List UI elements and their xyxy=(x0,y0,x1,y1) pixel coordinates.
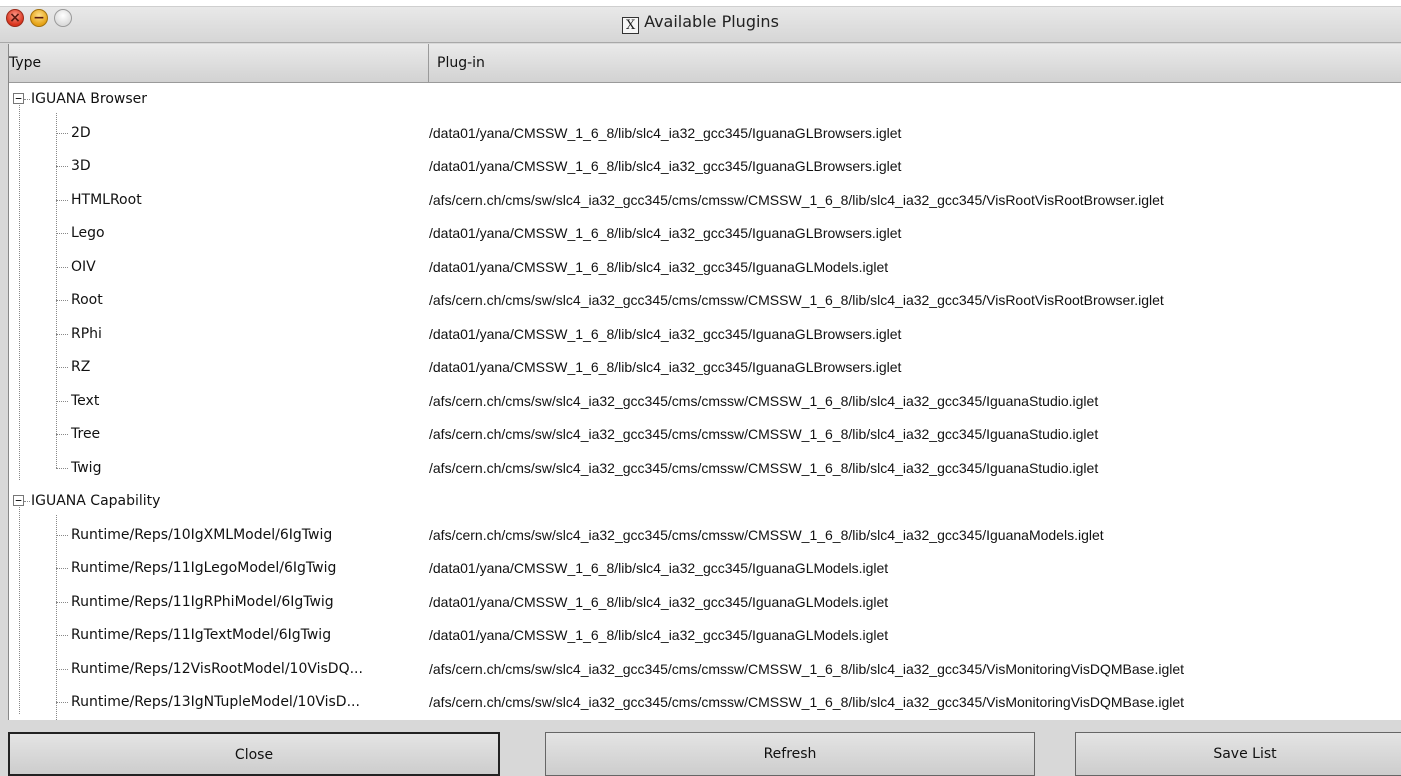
plugin-path: /data01/yana/CMSSW_1_6_8/lib/slc4_ia32_g… xyxy=(429,225,902,241)
tree-connector xyxy=(56,534,68,536)
tree-item-row[interactable]: Runtime/Reps/12VisRootModel/10VisDQ... /a… xyxy=(9,653,1401,686)
tree-group-row[interactable]: − IGUANA Browser xyxy=(9,83,1401,116)
plugin-type: Text xyxy=(71,392,100,409)
plugin-type: RZ xyxy=(71,359,91,375)
tree-item-row[interactable]: 2D/data01/yana/CMSSW_1_6_8/lib/slc4_ia32… xyxy=(9,117,1401,150)
tree-item-row[interactable]: 3D/data01/yana/CMSSW_1_6_8/lib/slc4_ia32… xyxy=(9,150,1401,183)
tree-connector xyxy=(56,702,68,703)
tree-branch-line xyxy=(56,112,57,468)
tree-connector xyxy=(56,199,68,201)
plugin-type: HTMLRoot xyxy=(71,191,142,208)
plugin-path: /data01/yana/CMSSW_1_6_8/lib/slc4_ia32_g… xyxy=(429,593,889,610)
tree-connector xyxy=(56,400,68,402)
tree-item-row[interactable]: Lego/data01/yana/CMSSW_1_6_8/lib/slc4_ia… xyxy=(9,217,1401,250)
column-header-type[interactable]: Type xyxy=(9,44,429,82)
save-list-button[interactable]: Save List xyxy=(1075,732,1401,776)
plugin-type: Runtime/Reps/12VisRootModel/10VisDQ... xyxy=(71,660,363,677)
plugin-path: /data01/yana/CMSSW_1_6_8/lib/slc4_ia32_g… xyxy=(429,325,902,342)
tree-item-row[interactable]: Runtime/Reps/11IgLegoModel/6IgTwig/data0… xyxy=(9,552,1401,585)
available-plugins-window: × − X Available Plugins Type Plug-in − IGU… xyxy=(0,0,1401,776)
tree-item-row[interactable]: Root/afs/cern.ch/cms/sw/slc4_ia32_gcc345… xyxy=(9,284,1401,317)
plugin-type: Tree xyxy=(71,426,101,442)
tree-connector xyxy=(56,233,68,234)
tree-connector xyxy=(56,601,68,603)
tree-connector xyxy=(56,668,68,670)
plugin-type: Runtime/Reps/11IgRPhiModel/6IgTwig xyxy=(71,593,334,610)
window-title: X Available Plugins xyxy=(0,12,1401,34)
plugin-type: 2D xyxy=(71,124,91,141)
tree-root-line xyxy=(19,507,20,714)
plugins-tree[interactable]: Type Plug-in − IGUANA Browser 2D/data01/ya… xyxy=(8,44,1401,720)
tree-connector xyxy=(56,635,68,636)
tree-item-row[interactable]: Runtime/Reps/13IgNTupleModel/10VisD... /a… xyxy=(9,686,1401,719)
collapse-toggle-icon[interactable]: − xyxy=(13,495,24,506)
plugin-type: Runtime/Reps/11IgTextModel/6IgTwig xyxy=(71,627,332,643)
tree-connector xyxy=(56,367,68,368)
tree-connector xyxy=(56,568,68,569)
plugin-path: /data01/yana/CMSSW_1_6_8/lib/slc4_ia32_g… xyxy=(429,158,902,174)
collapse-toggle-icon[interactable]: − xyxy=(13,93,24,104)
plugin-path: /afs/cern.ch/cms/sw/slc4_ia32_gcc345/cms… xyxy=(429,660,1185,677)
title-bar: × − X Available Plugins xyxy=(0,0,1401,43)
plugin-path: /data01/yana/CMSSW_1_6_8/lib/slc4_ia32_g… xyxy=(429,560,889,576)
plugin-path: /afs/cern.ch/cms/sw/slc4_ia32_gcc345/cms… xyxy=(429,292,1164,308)
plugin-type: 3D xyxy=(71,158,91,174)
tree-connector xyxy=(56,266,68,268)
tree-connector xyxy=(56,467,68,469)
tree-item-row[interactable]: Runtime/Reps/11IgRPhiModel/6IgTwig/data0… xyxy=(9,586,1401,619)
plugin-path: /afs/cern.ch/cms/sw/slc4_ia32_gcc345/cms… xyxy=(429,392,1099,409)
tree-group-row[interactable]: − IGUANA Capability xyxy=(9,485,1401,518)
tree-group-label: IGUANA Browser xyxy=(31,91,148,107)
plugin-path: /data01/yana/CMSSW_1_6_8/lib/slc4_ia32_g… xyxy=(429,258,889,275)
tree-connector xyxy=(56,132,68,134)
title-bar-strip xyxy=(0,0,1401,7)
tree-root-line xyxy=(19,105,20,480)
close-button[interactable]: Close xyxy=(8,732,500,776)
tree-item-row[interactable]: HTMLRoot/afs/cern.ch/cms/sw/slc4_ia32_gc… xyxy=(9,184,1401,217)
plugin-type: Twig xyxy=(71,459,102,476)
plugin-type: Runtime/Reps/11IgLegoModel/6IgTwig xyxy=(71,560,337,576)
tree-group-label: IGUANA Capability xyxy=(31,493,161,509)
window-title-text: Available Plugins xyxy=(644,12,779,31)
plugin-path: /afs/cern.ch/cms/sw/slc4_ia32_gcc345/cms… xyxy=(429,459,1099,476)
plugin-path: /afs/cern.ch/cms/sw/slc4_ia32_gcc345/cms… xyxy=(429,694,1185,710)
plugin-path: /data01/yana/CMSSW_1_6_8/lib/slc4_ia32_g… xyxy=(429,627,889,643)
plugin-path: /data01/yana/CMSSW_1_6_8/lib/slc4_ia32_g… xyxy=(429,124,902,141)
x11-icon: X xyxy=(622,17,640,34)
tree-item-row[interactable]: RZ/data01/yana/CMSSW_1_6_8/lib/slc4_ia32… xyxy=(9,351,1401,384)
plugin-type: Runtime/Reps/10IgXMLModel/6IgTwig xyxy=(71,526,333,543)
tree-item-row[interactable]: Runtime/Reps/11IgTextModel/6IgTwig/data0… xyxy=(9,619,1401,652)
tree-connector xyxy=(56,333,68,335)
column-header-plugin[interactable]: Plug-in xyxy=(429,44,1401,82)
tree-header: Type Plug-in xyxy=(9,44,1401,83)
tree-connector xyxy=(24,99,30,100)
tree-branch-line xyxy=(56,514,57,720)
plugin-path: /afs/cern.ch/cms/sw/slc4_ia32_gcc345/cms… xyxy=(429,426,1099,442)
plugin-type: Lego xyxy=(71,225,105,241)
tree-item-row[interactable]: Twig/afs/cern.ch/cms/sw/slc4_ia32_gcc345… xyxy=(9,452,1401,485)
tree-connector xyxy=(56,300,68,301)
button-bar: Close Refresh Save List xyxy=(0,720,1401,776)
plugin-type: Root xyxy=(71,292,103,308)
plugin-path: /data01/yana/CMSSW_1_6_8/lib/slc4_ia32_g… xyxy=(429,359,902,375)
tree-item-row[interactable]: Tree/afs/cern.ch/cms/sw/slc4_ia32_gcc345… xyxy=(9,418,1401,451)
plugin-path: /afs/cern.ch/cms/sw/slc4_ia32_gcc345/cms… xyxy=(429,191,1164,208)
plugin-path: /afs/cern.ch/cms/sw/slc4_ia32_gcc345/cms… xyxy=(429,526,1104,543)
tree-connector xyxy=(56,434,68,435)
plugin-type: Runtime/Reps/13IgNTupleModel/10VisD... xyxy=(71,694,360,710)
tree-item-row[interactable]: OIV/data01/yana/CMSSW_1_6_8/lib/slc4_ia3… xyxy=(9,251,1401,284)
tree-connector xyxy=(56,166,68,167)
refresh-button[interactable]: Refresh xyxy=(545,732,1035,776)
tree-item-row[interactable]: Runtime/Reps/10IgXMLModel/6IgTwig/afs/ce… xyxy=(9,519,1401,552)
tree-item-row[interactable]: RPhi/data01/yana/CMSSW_1_6_8/lib/slc4_ia… xyxy=(9,318,1401,351)
tree-item-row[interactable]: Text/afs/cern.ch/cms/sw/slc4_ia32_gcc345… xyxy=(9,385,1401,418)
plugin-type: RPhi xyxy=(71,325,102,342)
tree-connector xyxy=(24,501,30,502)
plugin-type: OIV xyxy=(71,258,96,275)
